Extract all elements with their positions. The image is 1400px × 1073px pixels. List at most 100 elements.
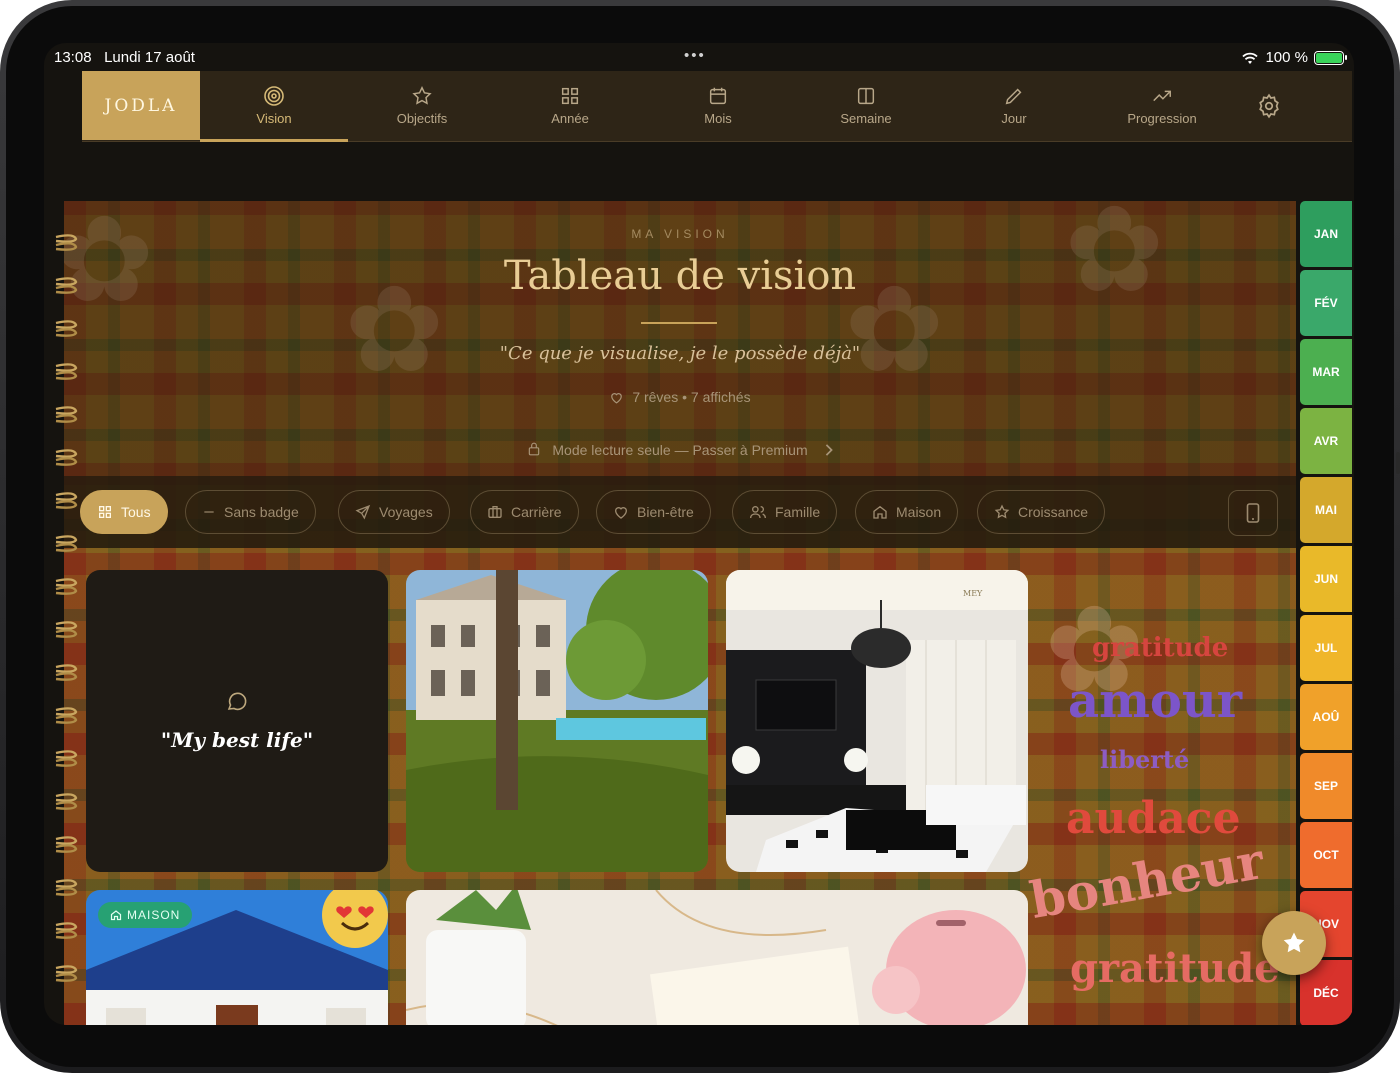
affirmation-word: audace bbox=[1066, 793, 1241, 844]
spiral-ring bbox=[52, 962, 78, 988]
tab-label: Jour bbox=[1001, 111, 1027, 126]
badge-label: MAISON bbox=[127, 908, 181, 922]
tab-label: Mois bbox=[704, 111, 732, 126]
spiral-ring bbox=[52, 360, 78, 386]
tab-label: Vision bbox=[256, 111, 292, 126]
title-divider bbox=[641, 322, 717, 324]
spiral-ring bbox=[52, 919, 78, 945]
month-tab-aou[interactable]: AOÛ bbox=[1300, 684, 1352, 750]
affirmation-word: bonheur bbox=[1025, 830, 1268, 930]
premium-upsell-link[interactable]: Mode lecture seule — Passer à Premium bbox=[64, 441, 1296, 458]
tab-label: Progression bbox=[1127, 111, 1197, 126]
spiral-ring bbox=[52, 790, 78, 816]
spiral-ring bbox=[52, 489, 78, 515]
dream-stats: 7 rêves • 7 affichés bbox=[64, 389, 1296, 405]
speech-bubble-icon bbox=[227, 692, 247, 711]
month-tab-avr[interactable]: AVR bbox=[1300, 408, 1352, 474]
send-icon bbox=[355, 504, 371, 520]
dream-card-chateau[interactable] bbox=[406, 570, 708, 872]
tab-label: Année bbox=[551, 111, 589, 126]
battery-icon bbox=[1314, 50, 1347, 65]
filter-voyages[interactable]: Voyages bbox=[338, 490, 450, 534]
month-tab-fev[interactable]: FÉV bbox=[1300, 270, 1352, 336]
dream-card-savings[interactable] bbox=[406, 890, 1028, 1025]
spiral-ring bbox=[52, 876, 78, 902]
target-icon bbox=[264, 86, 284, 106]
top-nav: JODLA Vision Objectifs Année Mois Semain… bbox=[82, 71, 1352, 142]
readonly-text: Mode lecture seule — Passer à Premium bbox=[552, 442, 808, 458]
brand-logo[interactable]: JODLA bbox=[82, 71, 200, 140]
filter-sans-badge[interactable]: Sans badge bbox=[185, 490, 316, 534]
status-right: 100 % bbox=[1241, 49, 1347, 66]
home-icon bbox=[873, 505, 887, 519]
tab-progression[interactable]: Progression bbox=[1088, 71, 1236, 142]
trend-up-icon bbox=[1153, 90, 1171, 102]
chip-label: Bien-être bbox=[637, 504, 694, 520]
tab-objectifs[interactable]: Objectifs bbox=[348, 71, 496, 142]
device-preview-button[interactable] bbox=[1228, 490, 1278, 536]
affirmation-words: gratitude amour liberté audace bonheur g… bbox=[1026, 633, 1286, 1023]
dream-card-maison[interactable]: MAISON bbox=[86, 890, 388, 1025]
month-tab-jan[interactable]: JAN bbox=[1300, 201, 1352, 267]
affirmation-word: amour bbox=[1068, 673, 1243, 729]
heart-icon bbox=[611, 393, 623, 404]
status-date: Lundi 17 août bbox=[104, 49, 195, 66]
section-kicker: MA VISION bbox=[631, 227, 729, 241]
battery-percent: 100 % bbox=[1265, 49, 1308, 66]
chip-label: Croissance bbox=[1018, 504, 1089, 520]
vision-quote: "Ce que je visualise, je le possède déjà… bbox=[499, 343, 861, 364]
month-tab-oct[interactable]: OCT bbox=[1300, 822, 1352, 888]
home-icon bbox=[110, 910, 122, 921]
category-badge-maison: MAISON bbox=[98, 902, 193, 928]
gear-icon[interactable] bbox=[1256, 93, 1282, 119]
page-title: Tableau de vision bbox=[503, 253, 857, 299]
add-dream-button[interactable] bbox=[1262, 911, 1326, 975]
filter-croissance[interactable]: Croissance bbox=[977, 490, 1106, 534]
hero-section: MA VISION Tableau de vision "Ce que je v… bbox=[64, 201, 1296, 476]
month-tab-mai[interactable]: MAI bbox=[1300, 477, 1352, 543]
filter-bien-etre[interactable]: Bien-être bbox=[596, 490, 711, 534]
tab-annee[interactable]: Année bbox=[496, 71, 644, 142]
quote-card[interactable]: "My best life" bbox=[86, 570, 388, 872]
spiral-ring bbox=[52, 618, 78, 644]
multitask-dots[interactable]: ••• bbox=[684, 47, 706, 64]
affirmation-word: gratitude bbox=[1092, 633, 1229, 663]
tab-mois[interactable]: Mois bbox=[644, 71, 792, 142]
chip-label: Tous bbox=[121, 504, 151, 520]
filter-famille[interactable]: Famille bbox=[732, 490, 838, 534]
chip-label: Sans badge bbox=[224, 504, 299, 520]
tab-semaine[interactable]: Semaine bbox=[792, 71, 940, 142]
dream-card-living-room[interactable]: MEY bbox=[726, 570, 1028, 872]
status-bar: 13:08 Lundi 17 août ••• 100 % bbox=[44, 43, 1354, 71]
calendar-icon bbox=[709, 87, 727, 105]
star-icon bbox=[412, 86, 432, 105]
users-icon bbox=[750, 506, 766, 519]
tab-vision[interactable]: Vision bbox=[200, 71, 348, 142]
grid-icon bbox=[99, 506, 111, 518]
quote-card-text: "My best life" bbox=[160, 728, 314, 752]
filter-tous[interactable]: Tous bbox=[80, 490, 168, 534]
spiral-ring bbox=[52, 833, 78, 859]
month-tab-jun[interactable]: JUN bbox=[1300, 546, 1352, 612]
phone-icon bbox=[1246, 503, 1260, 523]
spiral-ring bbox=[52, 575, 78, 601]
wifi-icon bbox=[1242, 52, 1259, 64]
chip-label: Voyages bbox=[379, 504, 433, 520]
month-tab-jul[interactable]: JUL bbox=[1300, 615, 1352, 681]
spiral-ring bbox=[52, 231, 78, 257]
filter-maison[interactable]: Maison bbox=[855, 490, 959, 534]
affirmation-word: gratitude bbox=[1070, 945, 1280, 992]
tablet-frame: 13:08 Lundi 17 août ••• 100 % JODLA Visi… bbox=[0, 0, 1400, 1073]
columns-icon bbox=[857, 87, 875, 105]
spiral-ring bbox=[52, 747, 78, 773]
tab-jour[interactable]: Jour bbox=[940, 71, 1088, 142]
month-tab-mar[interactable]: MAR bbox=[1300, 339, 1352, 405]
filter-carriere[interactable]: Carrière bbox=[470, 490, 579, 534]
star-icon bbox=[1283, 932, 1305, 953]
month-tab-sep[interactable]: SEP bbox=[1300, 753, 1352, 819]
briefcase-icon bbox=[488, 506, 502, 518]
tab-label: Objectifs bbox=[396, 111, 448, 126]
chip-label: Carrière bbox=[511, 504, 562, 520]
minus-icon bbox=[204, 511, 214, 513]
heart-icon bbox=[614, 507, 628, 519]
